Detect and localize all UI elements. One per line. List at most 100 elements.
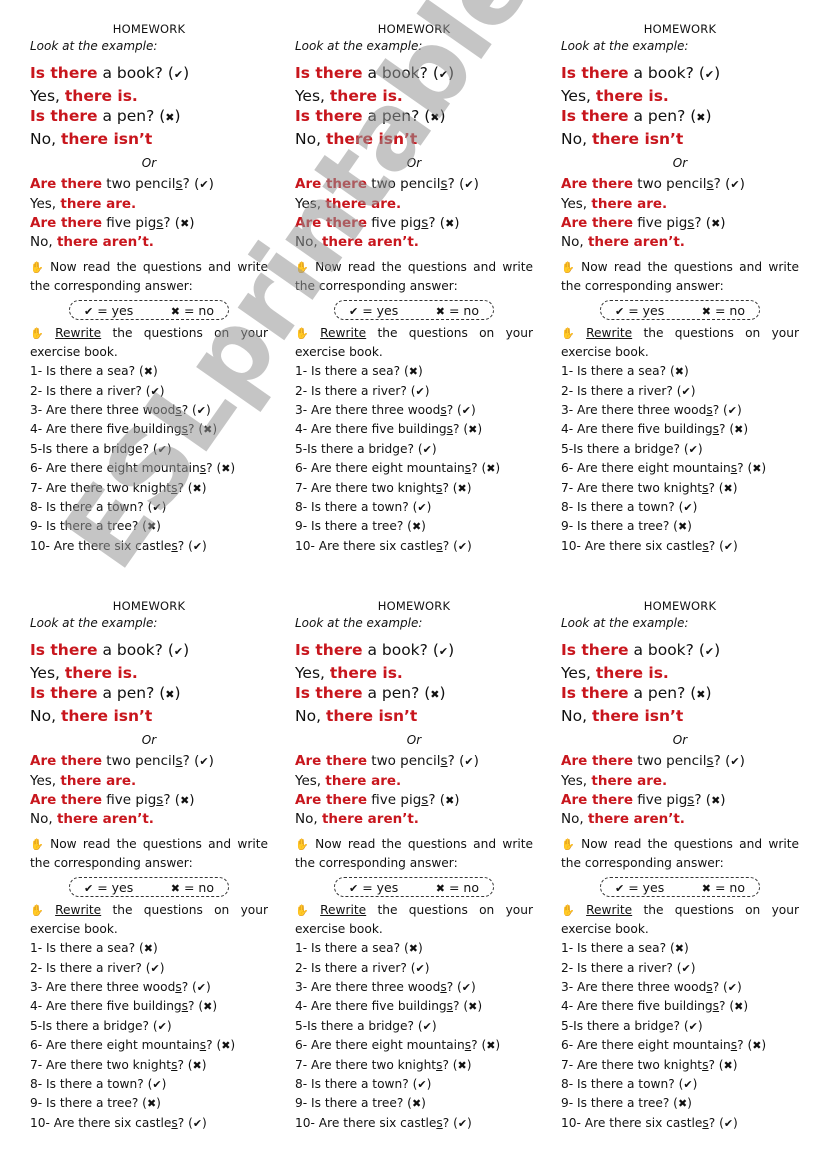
- question-list: 1- Is there a sea? (✖) 2- Is there a rive…: [561, 362, 799, 556]
- rewrite-word: Rewrite: [586, 903, 633, 918]
- cross-icon: ✖: [408, 942, 418, 956]
- cross-icon: ✖: [752, 462, 762, 476]
- underlined-plural-s: s: [706, 753, 714, 769]
- question-text: ?: [453, 422, 464, 437]
- example-text: ?: [694, 214, 706, 231]
- cross-icon: ✖: [411, 1097, 422, 1111]
- underlined-plural-s: s: [440, 176, 448, 192]
- question-text: 9- Is there a tree?: [30, 519, 143, 534]
- example-text: five pig: [102, 791, 157, 808]
- legend-yes: ✔ = yes: [615, 303, 664, 318]
- example-text: No,: [295, 706, 326, 725]
- example-line: Is there a book? (✔): [30, 64, 190, 82]
- check-icon: ✔: [150, 384, 160, 398]
- example-text: Yes,: [30, 663, 65, 682]
- example-line: Is there a book? (✔): [561, 641, 721, 659]
- question-item: 2- Is there a river? (✔): [30, 960, 165, 975]
- check-icon: ✔: [457, 539, 468, 553]
- question-item: 3- Are there three woods? (✔): [295, 980, 476, 994]
- question-text: 1- Is there a sea?: [561, 941, 670, 956]
- answer-key-legend: ✔ = yes ✖ = no: [600, 300, 760, 321]
- question-text: 7- Are there two knight: [295, 480, 437, 495]
- example-text: Yes,: [295, 86, 330, 105]
- example-text: five pig: [367, 214, 422, 231]
- question-text: ?: [442, 1115, 454, 1130]
- red-phrase: there is.: [329, 86, 403, 105]
- question-item: 6- Are there eight mountains? (✖): [561, 461, 767, 476]
- example-text: Yes,: [295, 195, 326, 212]
- question-text: 5-Is there a bridge?: [295, 441, 418, 456]
- instruction-read-questions: ✋ Now read the questions and write the co…: [30, 258, 268, 296]
- example-line: Is there a pen? (✖): [295, 684, 446, 702]
- rewrite-word: Rewrite: [55, 903, 102, 918]
- question-text: 9- Is there a tree?: [295, 519, 408, 534]
- example-text: five pig: [633, 214, 688, 231]
- example-text: a book?: [362, 641, 433, 659]
- question-list: 1- Is there a sea? (✖) 2- Is there a rive…: [30, 362, 268, 556]
- example-text: No,: [561, 811, 588, 828]
- cross-icon: ✖: [170, 881, 180, 895]
- red-phrase: there are.: [60, 195, 137, 212]
- answer-key-legend: ✔ = yes ✖ = no: [334, 877, 494, 898]
- red-phrase: Is there: [30, 684, 98, 702]
- question-text: 1- Is there a sea?: [295, 364, 404, 379]
- red-phrase: there isn’t: [591, 129, 684, 148]
- red-phrase: there is.: [64, 86, 138, 105]
- question-item: 2- Is there a river? (✔): [561, 383, 696, 398]
- singular-examples: Is there a book? (✔) Yes, there is. Is t…: [30, 63, 268, 149]
- legend-no: ✖ = no: [436, 880, 479, 895]
- cross-icon: ✖: [430, 111, 440, 124]
- example-line: Are there five pigs? (✖): [30, 791, 195, 808]
- example-line: Is there a book? (✔): [295, 64, 455, 82]
- check-icon: ✔: [349, 881, 359, 895]
- question-text: 5-Is there a bridge?: [30, 441, 153, 456]
- example-text: a book?: [97, 641, 168, 659]
- question-item: 10- Are there six castles? (✔): [30, 1115, 207, 1130]
- cross-icon: ✖: [146, 1097, 157, 1111]
- underlined-plural-s: s: [175, 753, 183, 769]
- question-item: 10- Are there six castles? (✔): [295, 538, 472, 553]
- example-line: Yes, there are.: [561, 195, 799, 214]
- example-text: ?: [182, 753, 195, 769]
- example-line: Are there five pigs? (✖): [30, 214, 195, 231]
- example-line: Is there a pen? (✖): [295, 107, 446, 125]
- question-item: 7- Are there two knights? (✖): [295, 1057, 472, 1072]
- question-item: 6- Are there eight mountains? (✖): [561, 1038, 767, 1053]
- example-line: Are there five pigs? (✖): [295, 791, 460, 808]
- check-icon: ✔: [461, 981, 472, 994]
- example-line: No, there isn’t: [561, 129, 799, 150]
- question-text: 10- Are there six castle: [295, 1115, 437, 1130]
- homework-panel: HOMEWORK Look at the example: Is there a…: [295, 21, 533, 556]
- cross-icon: ✖: [723, 1058, 733, 1072]
- example-text: five pig: [102, 214, 157, 231]
- example-line: Are there two pencils? (✔): [30, 753, 214, 769]
- question-item: 9- Is there a tree? (✖): [30, 1096, 161, 1111]
- cross-icon: ✖: [170, 304, 180, 318]
- red-phrase: there are.: [325, 772, 402, 789]
- question-text: 3- Are there three wood: [30, 980, 176, 994]
- example-line: Is there a pen? (✖): [561, 107, 712, 125]
- example-line: No, there isn’t: [295, 706, 533, 727]
- red-phrase: Is there: [295, 641, 363, 659]
- cross-icon: ✖: [435, 304, 445, 318]
- legend-yes-label: = yes: [358, 879, 399, 895]
- red-phrase: Are there: [561, 753, 633, 769]
- question-text: 6- Are there eight mountain: [295, 1038, 465, 1053]
- question-item: 8- Is there a town? (✔): [295, 500, 432, 515]
- question-item: 3- Are there three woods? (✔): [30, 403, 211, 417]
- legend-yes: ✔ = yes: [349, 880, 398, 895]
- plural-examples: Are there two pencils? (✔) Yes, there ar…: [561, 175, 799, 252]
- look-at-example-label: Look at the example:: [295, 616, 423, 630]
- example-text: No,: [30, 129, 61, 148]
- check-icon: ✔: [683, 1078, 693, 1092]
- example-line: Yes, there is.: [295, 663, 533, 684]
- question-text: ?: [442, 1057, 453, 1072]
- example-text: Yes,: [561, 195, 592, 212]
- example-text: ?: [447, 176, 460, 192]
- instruction-rewrite: ✋ Rewrite the questions on your exercise …: [30, 901, 268, 939]
- question-text: 6- Are there eight mountain: [30, 1038, 200, 1053]
- question-text: 2- Is there a river?: [30, 960, 146, 975]
- question-item: 2- Is there a river? (✔): [30, 383, 165, 398]
- look-at-example-label: Look at the example:: [30, 39, 158, 53]
- cross-icon: ✖: [677, 520, 688, 534]
